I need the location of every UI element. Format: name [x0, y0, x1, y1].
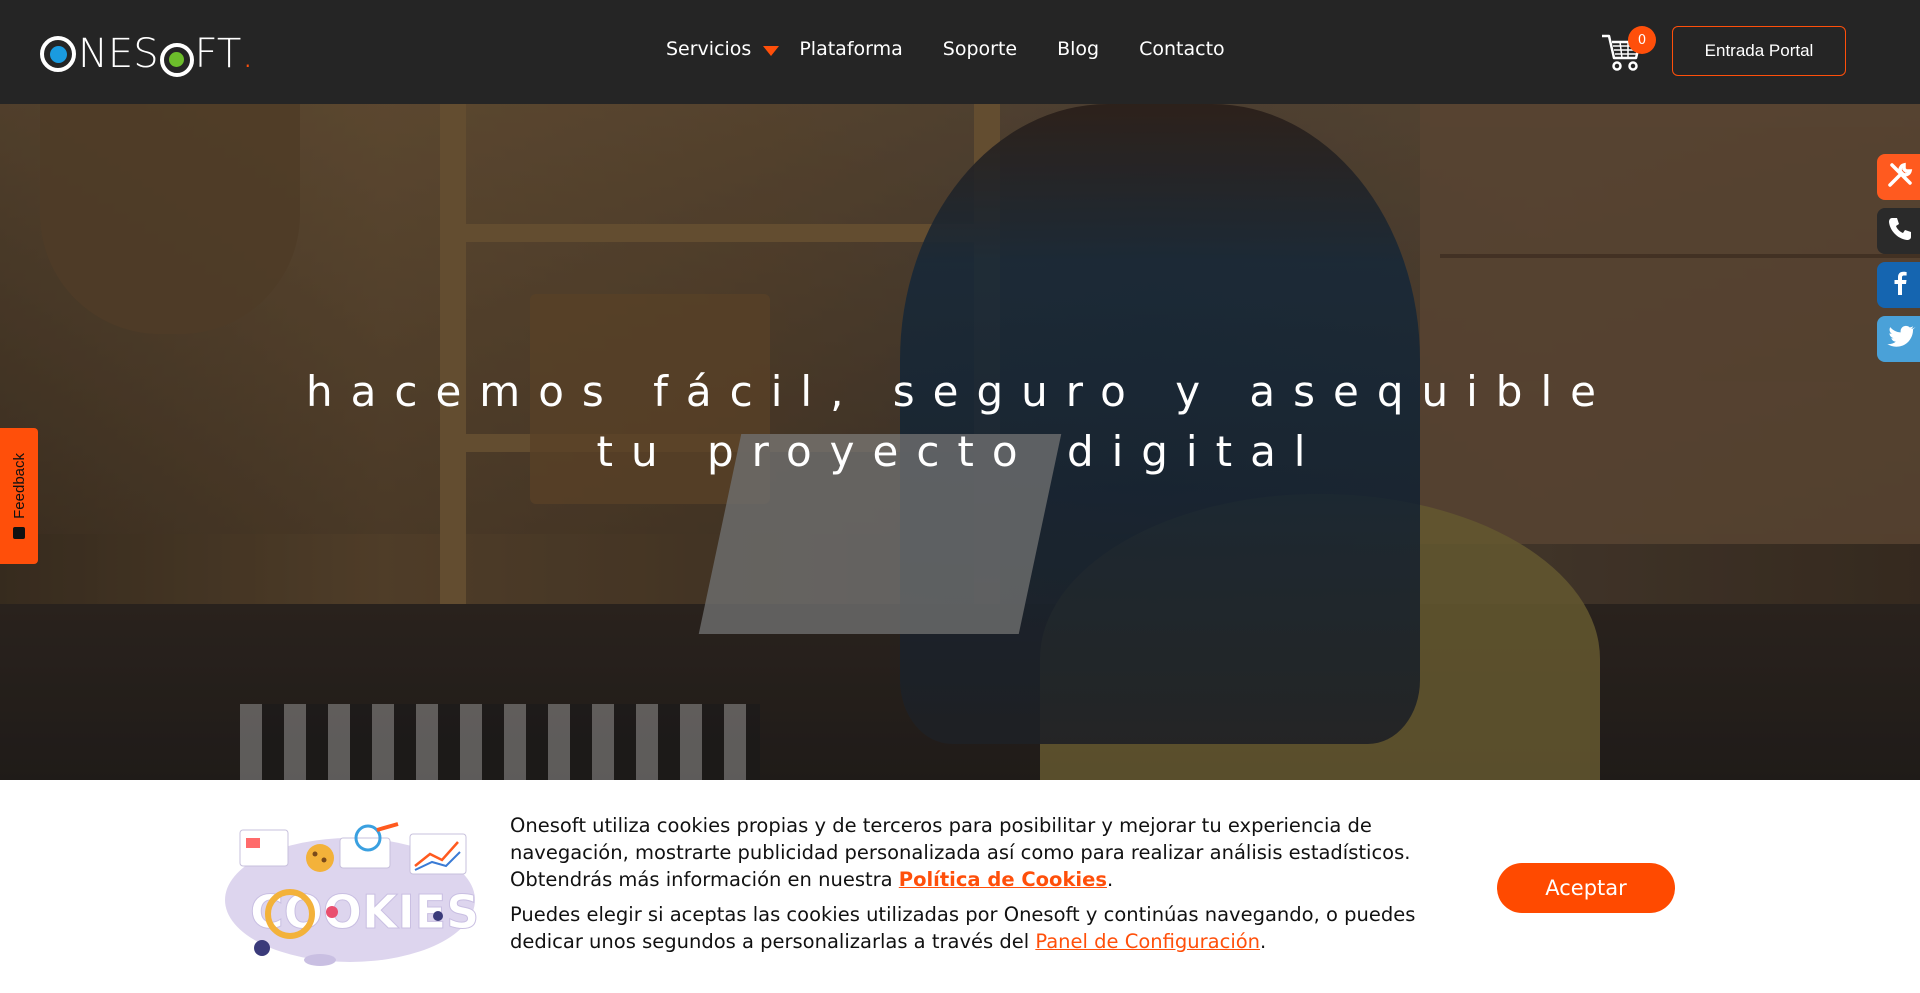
- logo-text-nes: NES: [78, 31, 159, 77]
- twitter-icon: [1886, 323, 1916, 355]
- nav-label-blog: Blog: [1057, 38, 1100, 60]
- nav-item-soporte[interactable]: Soporte: [943, 38, 1017, 60]
- config-panel-link[interactable]: Panel de Configuración: [1035, 930, 1260, 953]
- nav-label-plataforma: Plataforma: [799, 38, 903, 60]
- hero-title-line2: tu proyecto digital: [596, 427, 1324, 476]
- cookies-illustration: COOKIES: [220, 820, 480, 970]
- hero-title-line1: hacemos fácil, seguro y asequible: [306, 367, 1614, 416]
- hero-title: hacemos fácil, seguro y asequible tu pro…: [0, 362, 1920, 482]
- main-nav: Servicios Plataforma Soporte Blog Contac…: [666, 38, 1225, 60]
- feedback-tab[interactable]: Feedback: [0, 428, 38, 564]
- cookie-paragraph-2: Puedes elegir si aceptas las cookies uti…: [510, 901, 1450, 955]
- hero-section: hacemos fácil, seguro y asequible tu pro…: [0, 104, 1920, 780]
- chevron-down-icon[interactable]: [763, 46, 780, 56]
- cart-count-badge[interactable]: 0: [1628, 26, 1656, 54]
- cookie-p2-end: .: [1260, 930, 1267, 953]
- nav-item-servicios[interactable]: Servicios: [666, 38, 780, 60]
- facebook-button[interactable]: [1877, 262, 1920, 308]
- logo-o-mark: [40, 36, 76, 72]
- phone-icon: [1886, 215, 1914, 247]
- onesoft-logo[interactable]: NES FT .: [40, 31, 255, 77]
- nav-label-soporte: Soporte: [942, 38, 1018, 60]
- nav-item-blog[interactable]: Blog: [1057, 38, 1099, 60]
- facebook-icon: [1886, 269, 1914, 301]
- logo-text-ft: FT: [194, 31, 242, 77]
- logo-text-o: [159, 31, 195, 77]
- nav-label-servicios: Servicios: [666, 38, 752, 60]
- phone-button[interactable]: [1877, 208, 1920, 254]
- cookie-message: Onesoft utiliza cookies propias y de ter…: [510, 812, 1450, 955]
- tools-icon: [1886, 161, 1914, 193]
- cookie-banner: COOKIES Onesoft utiliza cookies propias …: [0, 780, 1920, 993]
- accept-cookies-button[interactable]: Aceptar: [1497, 863, 1675, 913]
- feedback-icon: [13, 526, 25, 539]
- nav-item-plataforma[interactable]: Plataforma: [799, 38, 902, 60]
- cookie-p2-text: Puedes elegir si aceptas las cookies uti…: [510, 903, 1416, 953]
- twitter-button[interactable]: [1877, 316, 1920, 362]
- nav-item-contacto[interactable]: Contacto: [1139, 38, 1225, 60]
- nav-label-contacto: Contacto: [1139, 38, 1225, 60]
- entrada-portal-button[interactable]: Entrada Portal: [1672, 26, 1846, 76]
- cookie-paragraph-1: Onesoft utiliza cookies propias y de ter…: [510, 812, 1450, 893]
- logo-dot: .: [241, 31, 255, 77]
- site-header: NES FT . Servicios Plataforma Soporte Bl…: [0, 0, 1920, 104]
- feedback-label: Feedback: [10, 453, 28, 519]
- cookie-p1-end: .: [1106, 868, 1114, 891]
- cookie-policy-link[interactable]: Política de Cookies: [899, 868, 1107, 891]
- tools-button[interactable]: [1877, 154, 1920, 200]
